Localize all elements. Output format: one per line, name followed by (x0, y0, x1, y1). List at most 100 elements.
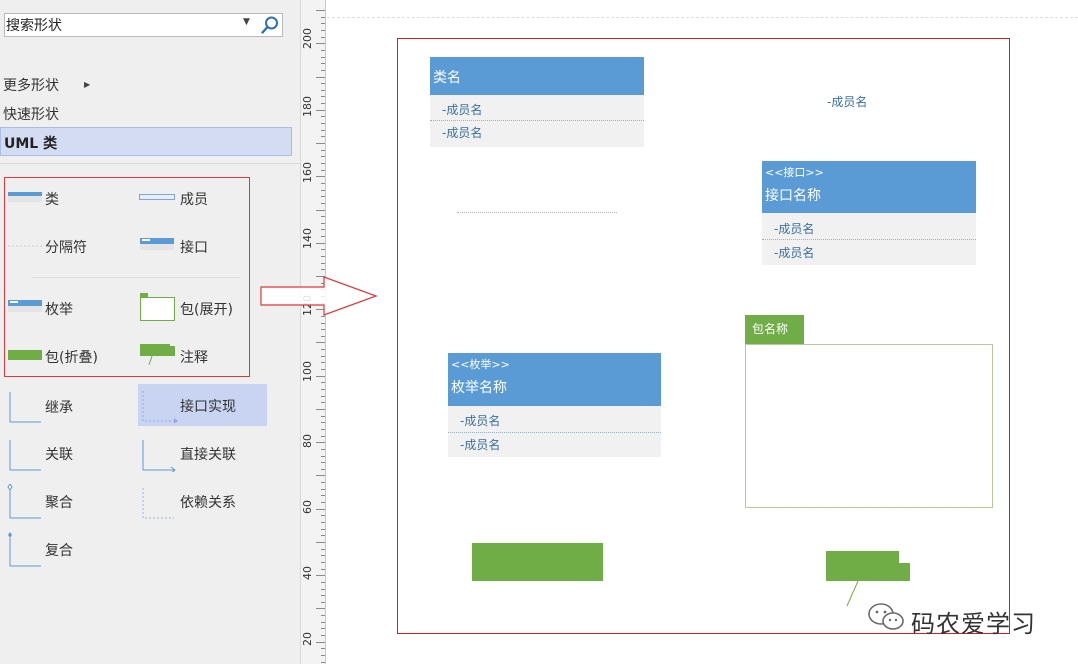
shape-label: 直接关联 (180, 447, 236, 463)
interface-realization-icon (142, 391, 178, 423)
member-divider (430, 120, 644, 121)
shape-item-interface[interactable]: 接口 (137, 228, 257, 264)
ruler-tick (321, 622, 325, 623)
shape-item-association[interactable]: 关联 (5, 434, 125, 474)
separator-icon (8, 245, 42, 247)
interface-member[interactable]: -成员名 (774, 220, 814, 237)
ruler-tick (321, 522, 325, 523)
class-name[interactable]: 类名 (433, 67, 461, 87)
ruler-tick (321, 256, 325, 257)
package-name[interactable]: 包名称 (752, 320, 788, 337)
vertical-ruler: 200 180 160 140 120 100 80 60 40 20 (300, 0, 326, 664)
stencil-divider (32, 277, 240, 278)
ruler-tick (321, 123, 325, 124)
ruler-label: 180 (301, 96, 314, 117)
ruler-tick (321, 535, 325, 536)
directed-association-icon (142, 440, 176, 472)
pane-divider (0, 163, 300, 164)
class-member[interactable]: -成员名 (442, 101, 482, 118)
member-divider (448, 432, 661, 433)
ruler-tick (321, 216, 325, 217)
shape-item-directed-association[interactable]: 直接关联 (138, 434, 258, 474)
ruler-tick (321, 482, 325, 483)
enum-member[interactable]: -成员名 (460, 412, 500, 429)
shape-item-interface-realization[interactable]: 接口实现 (138, 384, 267, 426)
shape-item-dependency[interactable]: 依赖关系 (138, 482, 258, 522)
uml-interface-shape[interactable]: <<接口>> 接口名称 -成员名 -成员名 (762, 161, 976, 265)
search-input[interactable] (6, 16, 236, 34)
ruler-tick (321, 269, 325, 270)
shape-item-aggregation[interactable]: 聚合 (5, 482, 125, 522)
ruler-tick (321, 648, 325, 649)
ruler-tick (321, 183, 325, 184)
ruler-tick (316, 475, 325, 476)
chevron-right-icon: ▶ (84, 80, 91, 89)
search-box: ▼ (4, 13, 283, 37)
shape-label: 成员 (180, 192, 208, 208)
ruler-tick (321, 456, 325, 457)
ruler-tick (321, 96, 325, 97)
member-divider (762, 239, 976, 240)
shape-item-separator[interactable]: 分隔符 (5, 228, 125, 264)
ruler-tick (321, 150, 325, 151)
enum-name[interactable]: 枚举名称 (451, 377, 507, 397)
shape-item-note[interactable]: 注释 (137, 338, 257, 374)
ruler-tick (321, 628, 325, 629)
quick-shapes-menu[interactable]: 快速形状 (3, 104, 59, 124)
shape-label: 注释 (180, 350, 208, 366)
ruler-tick (321, 549, 325, 550)
ruler-tick (321, 615, 325, 616)
shape-item-package-expanded[interactable]: 包(展开) (137, 290, 257, 326)
shape-label: 聚合 (45, 495, 73, 511)
uml-class-shape[interactable]: 类名 -成员名 -成员名 (430, 57, 644, 147)
shape-item-class[interactable]: 类 (5, 180, 125, 216)
member-icon (139, 194, 175, 200)
ruler-tick (321, 83, 325, 84)
shape-label: 枚举 (45, 302, 73, 318)
ruler-tick (321, 462, 325, 463)
package-collapsed-shape[interactable] (472, 543, 603, 581)
shape-label: 继承 (45, 400, 73, 416)
association-icon (9, 440, 41, 471)
ruler-tick (321, 190, 325, 191)
shape-item-enum[interactable]: 枚举 (5, 290, 125, 326)
red-arrow-icon (260, 276, 378, 316)
shape-item-composition[interactable]: 复合 (5, 530, 125, 570)
shape-label: 依赖关系 (180, 495, 236, 511)
class-icon (8, 192, 42, 202)
ruler-tick (321, 156, 325, 157)
interface-member[interactable]: -成员名 (774, 244, 814, 261)
ruler-tick (321, 362, 325, 363)
shape-item-member[interactable]: 成员 (137, 180, 257, 216)
search-icon[interactable] (260, 15, 280, 35)
separator-shape[interactable] (457, 212, 617, 213)
member-shape[interactable]: -成员名 (827, 93, 867, 110)
package-tab[interactable]: 包名称 (745, 315, 804, 345)
shape-item-inheritance[interactable]: 继承 (5, 386, 125, 426)
ruler-tick (321, 422, 325, 423)
ruler-tick (316, 342, 325, 343)
uml-enum-shape[interactable]: <<枚举>> 枚举名称 -成员名 -成员名 (448, 353, 661, 457)
interface-icon (140, 238, 174, 250)
ruler-tick (321, 356, 325, 357)
interface-name[interactable]: 接口名称 (765, 185, 821, 205)
shape-label: 包(展开) (180, 302, 233, 318)
ruler-tick (321, 602, 325, 603)
ruler-tick (316, 210, 325, 211)
shape-label: 接口 (180, 240, 208, 256)
ruler-tick (321, 416, 325, 417)
class-member[interactable]: -成员名 (442, 124, 482, 141)
more-shapes-menu[interactable]: 更多形状 (3, 75, 59, 95)
inheritance-icon (9, 392, 41, 423)
search-dropdown-icon[interactable]: ▼ (243, 17, 250, 27)
package-expanded-shape[interactable] (745, 344, 993, 508)
enum-member[interactable]: -成员名 (460, 436, 500, 453)
shape-item-package-collapsed[interactable]: 包(折叠) (5, 338, 125, 374)
ruler-tick (321, 136, 325, 137)
ruler-tick (316, 10, 325, 11)
drawing-canvas[interactable]: 类名 -成员名 -成员名 -成员名 <<接口>> 接口名称 -成员名 -成员名 … (327, 0, 1078, 664)
stencil-uml-class[interactable]: UML 类 (0, 127, 292, 156)
note-icon (140, 344, 175, 366)
ruler-label: 160 (301, 162, 314, 183)
shape-label: 接口实现 (180, 399, 236, 415)
